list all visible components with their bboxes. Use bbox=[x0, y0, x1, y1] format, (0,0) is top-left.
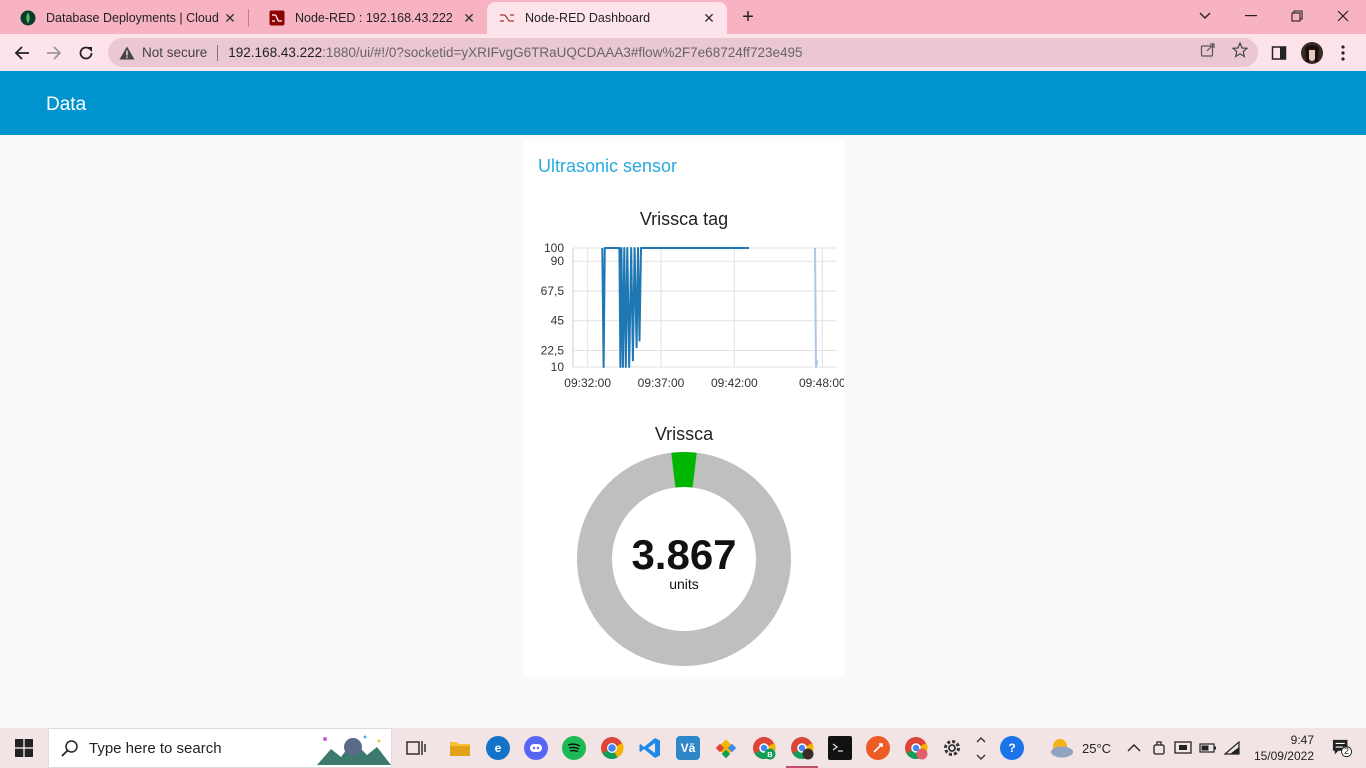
warning-triangle-icon[interactable] bbox=[118, 46, 136, 60]
chrome-icon[interactable] bbox=[600, 736, 624, 760]
windows-taskbar: Type here to search e Vā B ? 25°C 9:47 1… bbox=[0, 728, 1366, 768]
y-tick-label: 22,5 bbox=[541, 343, 565, 357]
wifi-icon[interactable] bbox=[1224, 728, 1240, 768]
search-icon bbox=[61, 739, 79, 757]
terminal-icon[interactable] bbox=[828, 736, 852, 760]
battery-icon[interactable] bbox=[1199, 728, 1217, 768]
line-chart[interactable]: 10090 67,5 45 22,5 10 09:32:00 09:37:00 09:42:0… bbox=[524, 236, 844, 396]
chrome-profile-icon[interactable] bbox=[790, 736, 814, 760]
url-path: :1880/ui/#!/0?socketid=yXRIFvgG6TRaUQCDA… bbox=[322, 45, 803, 60]
taskbar-clock[interactable]: 9:47 15/09/2022 bbox=[1254, 732, 1314, 764]
clock-date: 15/09/2022 bbox=[1253, 749, 1314, 763]
chart-title: Vrissca tag bbox=[639, 209, 729, 229]
close-tab-icon[interactable]: ✕ bbox=[699, 8, 719, 28]
tab-title: Node-RED Dashboard bbox=[525, 11, 651, 25]
tray-overflow-icon[interactable] bbox=[974, 728, 988, 768]
git-graph-icon[interactable] bbox=[714, 736, 738, 760]
gauge-units: units bbox=[669, 576, 699, 592]
clock-time: 9:47 bbox=[1290, 733, 1314, 747]
node-red-icon bbox=[269, 10, 285, 26]
notification-count: 2 bbox=[1344, 746, 1350, 756]
gauge-fill bbox=[671, 452, 697, 488]
x-tick-label: 09:37:00 bbox=[638, 376, 685, 390]
tab-search-chevron-icon[interactable] bbox=[1182, 0, 1228, 32]
weather-widget[interactable]: 25°C bbox=[1048, 728, 1111, 768]
mongodb-leaf-icon bbox=[20, 10, 36, 26]
series-line-2 bbox=[814, 247, 819, 368]
ultrasonic-sensor-group: Ultrasonic sensor Vrissca tag 100 90 67,5 4… bbox=[524, 141, 844, 677]
partly-cloudy-icon bbox=[1051, 739, 1073, 758]
y-tick-label: 67,5 bbox=[541, 284, 565, 298]
close-window-button[interactable] bbox=[1320, 0, 1366, 32]
new-tab-button[interactable]: + bbox=[736, 5, 760, 29]
x-tick-label: 09:42:00 bbox=[711, 376, 758, 390]
more-options-icon[interactable] bbox=[1332, 42, 1354, 64]
tab-title: Database Deployments | Cloud: M bbox=[46, 11, 220, 25]
y-tick-label: 45 bbox=[551, 314, 565, 328]
security-label[interactable]: Not secure bbox=[142, 45, 207, 60]
weather-temperature: 25°C bbox=[1082, 740, 1112, 756]
help-icon[interactable]: ? bbox=[1000, 736, 1024, 760]
group-title: Ultrasonic sensor bbox=[538, 156, 678, 176]
forward-button[interactable] bbox=[40, 39, 68, 67]
file-explorer-icon[interactable] bbox=[448, 736, 472, 760]
profile-avatar[interactable] bbox=[1301, 42, 1323, 64]
gauge-value: 3.867 bbox=[631, 531, 737, 578]
tab-strip: Database Deployments | Cloud: M ✕ Node-R… bbox=[0, 0, 1366, 34]
node-red-icon bbox=[499, 10, 515, 26]
x-tick-label: 09:48:00 bbox=[799, 376, 844, 390]
discord-icon[interactable] bbox=[524, 736, 548, 760]
reload-button[interactable] bbox=[72, 39, 100, 67]
tab-database-deployments[interactable]: Database Deployments | Cloud: M ✕ bbox=[0, 2, 248, 34]
page-title: Data bbox=[46, 94, 87, 115]
windows-start-button[interactable] bbox=[0, 728, 48, 768]
divider bbox=[217, 44, 219, 61]
address-bar[interactable]: Not secure 192.168.43.222:1880/ui/#!/0?s… bbox=[108, 38, 1258, 67]
y-tick-label: 90 bbox=[551, 254, 565, 268]
vscode-icon[interactable] bbox=[638, 736, 662, 760]
x-tick-label: 09:32:00 bbox=[564, 376, 611, 390]
side-panel-icon[interactable] bbox=[1268, 42, 1290, 64]
gauge-title: Vrissca bbox=[654, 424, 714, 444]
restore-button[interactable] bbox=[1274, 0, 1320, 32]
spotify-icon[interactable] bbox=[562, 736, 586, 760]
series-line-1 bbox=[601, 247, 749, 368]
search-placeholder: Type here to search bbox=[89, 739, 222, 757]
tab-node-red-editor[interactable]: Node-RED : 192.168.43.222 ✕ bbox=[249, 2, 487, 34]
postman-icon[interactable] bbox=[866, 736, 890, 760]
tab-title: Node-RED : 192.168.43.222 bbox=[295, 11, 453, 25]
close-tab-icon[interactable]: ✕ bbox=[220, 8, 240, 28]
chrome-profile-2-icon[interactable] bbox=[904, 736, 928, 760]
share-icon[interactable] bbox=[1199, 41, 1217, 59]
browser-toolbar: Not secure 192.168.43.222:1880/ui/#!/0?s… bbox=[0, 34, 1366, 71]
minimize-button[interactable] bbox=[1228, 0, 1274, 32]
settings-gear-icon[interactable] bbox=[940, 736, 964, 760]
svg-text:B: B bbox=[767, 750, 773, 759]
back-button[interactable] bbox=[8, 39, 36, 67]
display-icon[interactable] bbox=[1174, 728, 1192, 768]
task-view-icon[interactable] bbox=[404, 736, 428, 760]
y-tick-label: 10 bbox=[551, 360, 565, 374]
show-hidden-icons-icon[interactable] bbox=[1127, 728, 1141, 768]
windows-logo-icon bbox=[15, 739, 33, 757]
tab-node-red-dashboard[interactable]: Node-RED Dashboard ✕ bbox=[487, 2, 727, 34]
meet-now-icon[interactable] bbox=[1151, 728, 1167, 768]
url-host: 192.168.43.222 bbox=[228, 45, 323, 60]
y-tick-label: 100 bbox=[544, 241, 564, 255]
search-highlight-icon bbox=[317, 733, 391, 768]
close-tab-icon[interactable]: ✕ bbox=[459, 8, 479, 28]
bookmark-star-icon[interactable] bbox=[1231, 41, 1249, 59]
virtualbox-icon[interactable]: Vā bbox=[676, 736, 700, 760]
notification-center-icon[interactable]: 2 bbox=[1332, 738, 1352, 758]
taskbar-search-input[interactable]: Type here to search bbox=[48, 728, 392, 768]
dashboard-header: Data bbox=[0, 71, 1366, 135]
edge-browser-icon[interactable]: e bbox=[486, 736, 510, 760]
chrome-profile-b-icon[interactable]: B bbox=[752, 736, 776, 760]
